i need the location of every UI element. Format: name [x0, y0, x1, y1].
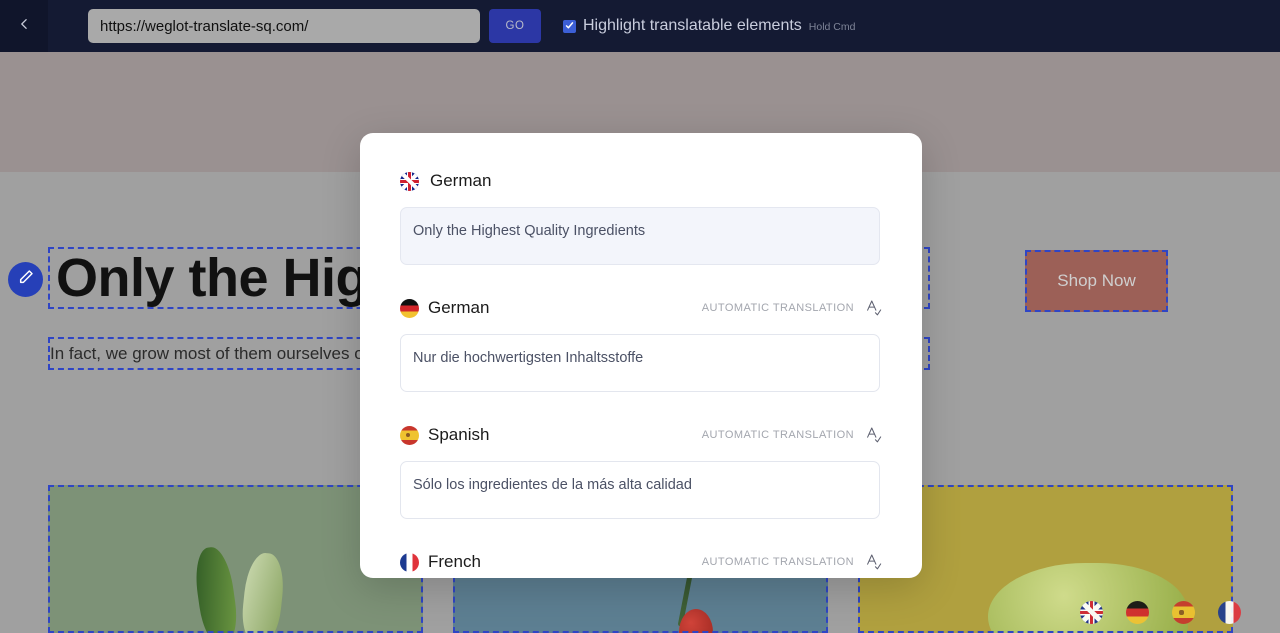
pencil-icon [18, 269, 34, 290]
spellcheck-icon[interactable] [866, 299, 882, 317]
source-text-field[interactable] [400, 207, 880, 265]
translation-entry-header: Spanish AUTOMATIC TRANSLATION [400, 423, 882, 447]
translation-entry-french: French AUTOMATIC TRANSLATION [400, 550, 882, 578]
highlight-toggle-group[interactable]: Highlight translatable elements Hold Cmd [563, 17, 855, 35]
back-button[interactable] [0, 0, 48, 52]
spellcheck-icon[interactable] [866, 553, 882, 571]
flag-uk-icon [400, 171, 419, 191]
flag-de-icon [400, 298, 419, 318]
translation-entry-header: French AUTOMATIC TRANSLATION [400, 550, 882, 574]
language-switcher-flag-es-icon[interactable] [1172, 601, 1195, 624]
highlight-outline-shop-now [1025, 250, 1168, 312]
translation-language-label: German [430, 171, 492, 190]
go-button[interactable]: GO [489, 9, 541, 43]
translation-list[interactable]: German German AUTOMATIC TRANSLATION [360, 133, 922, 578]
hero-subtitle-text: In fact, we grow most of them ourselves … [50, 343, 364, 363]
language-switcher-flag-de-icon[interactable] [1126, 601, 1149, 624]
translation-text-field[interactable] [400, 334, 880, 392]
translation-entry-source: German [400, 169, 882, 270]
translation-entry-meta: AUTOMATIC TRANSLATION [702, 553, 882, 571]
language-switcher-flag-fr-icon[interactable] [1218, 601, 1241, 624]
language-switcher-flag-uk-icon[interactable] [1080, 601, 1103, 624]
highlight-toggle-hint: Hold Cmd [808, 21, 856, 33]
translation-entry-header: German [400, 169, 882, 193]
translation-entry-spanish: Spanish AUTOMATIC TRANSLATION [400, 423, 882, 524]
translation-entry-meta: AUTOMATIC TRANSLATION [702, 299, 882, 317]
translation-entry-german: German AUTOMATIC TRANSLATION [400, 296, 882, 397]
app-root: Only the Highe In fact, we grow most of … [0, 0, 1280, 633]
flag-es-icon [400, 425, 419, 445]
top-toolbar: GO Highlight translatable elements Hold … [0, 0, 1280, 52]
translation-language-label: French [428, 552, 481, 571]
edit-element-button[interactable] [8, 262, 43, 297]
automatic-translation-badge: AUTOMATIC TRANSLATION [701, 429, 854, 441]
translation-text-field[interactable] [400, 461, 880, 519]
spellcheck-icon[interactable] [866, 426, 882, 444]
flag-fr-icon [400, 552, 419, 572]
translation-language-label: Spanish [428, 425, 490, 444]
url-input[interactable] [88, 9, 480, 43]
highlight-checkbox[interactable] [563, 17, 576, 35]
automatic-translation-badge: AUTOMATIC TRANSLATION [701, 302, 854, 314]
check-icon [565, 17, 574, 35]
chevron-left-icon [18, 14, 31, 39]
translation-entry-header: German AUTOMATIC TRANSLATION [400, 296, 882, 320]
translation-language-label: German [428, 298, 490, 317]
language-switcher [1080, 601, 1241, 624]
translation-modal: German German AUTOMATIC TRANSLATION [360, 133, 922, 578]
highlight-toggle-label: Highlight translatable elements [583, 17, 802, 34]
translation-entry-meta: AUTOMATIC TRANSLATION [702, 426, 882, 444]
automatic-translation-badge: AUTOMATIC TRANSLATION [701, 556, 854, 568]
